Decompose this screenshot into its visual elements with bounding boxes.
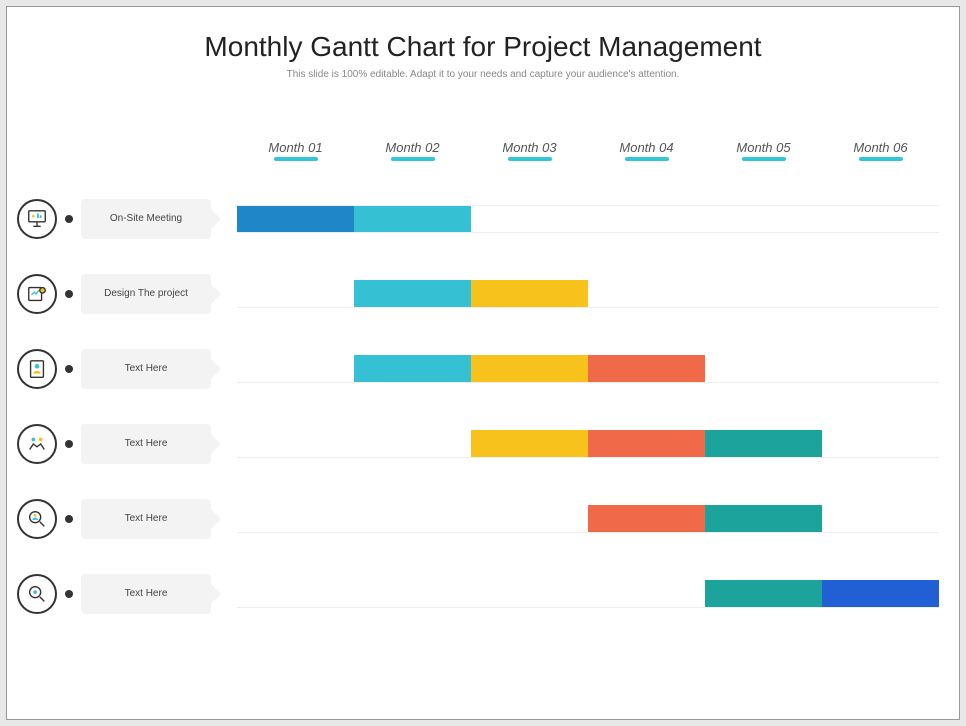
task-label-group: Text Here: [17, 349, 211, 389]
connector-dot: [65, 440, 73, 448]
bar-track: [237, 505, 939, 533]
slide-subtitle: This slide is 100% editable. Adapt it to…: [17, 69, 949, 80]
task-label: Text Here: [81, 499, 211, 539]
bar-track: [237, 580, 939, 608]
bar-track: [237, 280, 939, 308]
gantt-cell: [471, 580, 588, 607]
gantt-row: Text Here: [237, 566, 939, 621]
bar-track: [237, 355, 939, 383]
gantt-row: Design The project: [237, 266, 939, 321]
gantt-cell: [822, 430, 939, 457]
gantt-segment: [471, 430, 588, 457]
gantt-cell: [705, 206, 822, 232]
profile-icon: [17, 349, 57, 389]
gantt-cell: [237, 505, 354, 532]
slide-title: Monthly Gantt Chart for Project Manageme…: [17, 31, 949, 63]
connector-dot: [65, 215, 73, 223]
handshake-icon: [17, 424, 57, 464]
gantt-cell: [588, 206, 705, 232]
bar-track: [237, 430, 939, 458]
gantt-cell: [237, 430, 354, 457]
gantt-segment: [822, 580, 939, 607]
gantt-segment: [471, 355, 588, 382]
task-label: Design The project: [81, 274, 211, 314]
month-header-row: Month 01Month 02Month 03Month 04Month 05…: [237, 140, 939, 161]
gantt-chart: Month 01Month 02Month 03Month 04Month 05…: [17, 140, 949, 621]
presentation-icon: [17, 199, 57, 239]
task-label-group: On-Site Meeting: [17, 199, 211, 239]
gantt-cell: [705, 355, 822, 382]
task-label-group: Text Here: [17, 499, 211, 539]
connector-dot: [65, 365, 73, 373]
gantt-cell: [705, 280, 822, 307]
gantt-cell: [822, 280, 939, 307]
gantt-cell: [822, 505, 939, 532]
gantt-cell: [237, 280, 354, 307]
slide: Monthly Gantt Chart for Project Manageme…: [6, 6, 960, 720]
gantt-cell: [588, 580, 705, 607]
search-user-icon: [17, 499, 57, 539]
gantt-cell: [471, 206, 588, 232]
gantt-segment: [705, 580, 822, 607]
gantt-segment: [588, 355, 705, 382]
gantt-row: Text Here: [237, 491, 939, 546]
gantt-segment: [705, 505, 822, 532]
task-label: Text Here: [81, 574, 211, 614]
connector-dot: [65, 290, 73, 298]
gantt-row: Text Here: [237, 341, 939, 396]
month-header: Month 04: [588, 140, 705, 161]
gantt-cell: [471, 505, 588, 532]
gantt-cell: [237, 580, 354, 607]
month-header: Month 06: [822, 140, 939, 161]
month-header: Month 02: [354, 140, 471, 161]
month-header: Month 01: [237, 140, 354, 161]
gantt-segment: [588, 505, 705, 532]
task-label-group: Text Here: [17, 424, 211, 464]
gantt-row: On-Site Meeting: [237, 191, 939, 246]
gantt-segment: [588, 430, 705, 457]
month-header: Month 03: [471, 140, 588, 161]
gantt-segment: [354, 280, 471, 307]
connector-dot: [65, 515, 73, 523]
task-label: On-Site Meeting: [81, 199, 211, 239]
magnify-icon: [17, 574, 57, 614]
gantt-rows: On-Site Meeting Design The project Text He…: [237, 191, 939, 621]
month-header: Month 05: [705, 140, 822, 161]
gantt-segment: [471, 280, 588, 307]
task-label: Text Here: [81, 424, 211, 464]
gantt-segment: [705, 430, 822, 457]
gantt-cell: [237, 355, 354, 382]
task-label-group: Design The project: [17, 274, 211, 314]
gantt-cell: [588, 280, 705, 307]
bar-track: [237, 205, 939, 233]
gantt-cell: [354, 505, 471, 532]
task-label: Text Here: [81, 349, 211, 389]
gantt-segment: [354, 355, 471, 382]
gantt-cell: [822, 355, 939, 382]
gantt-cell: [354, 580, 471, 607]
gantt-segment: [237, 206, 354, 232]
connector-dot: [65, 590, 73, 598]
gantt-segment: [354, 206, 471, 232]
gantt-row: Text Here: [237, 416, 939, 471]
design-icon: [17, 274, 57, 314]
gantt-cell: [354, 430, 471, 457]
task-label-group: Text Here: [17, 574, 211, 614]
gantt-cell: [822, 206, 939, 232]
